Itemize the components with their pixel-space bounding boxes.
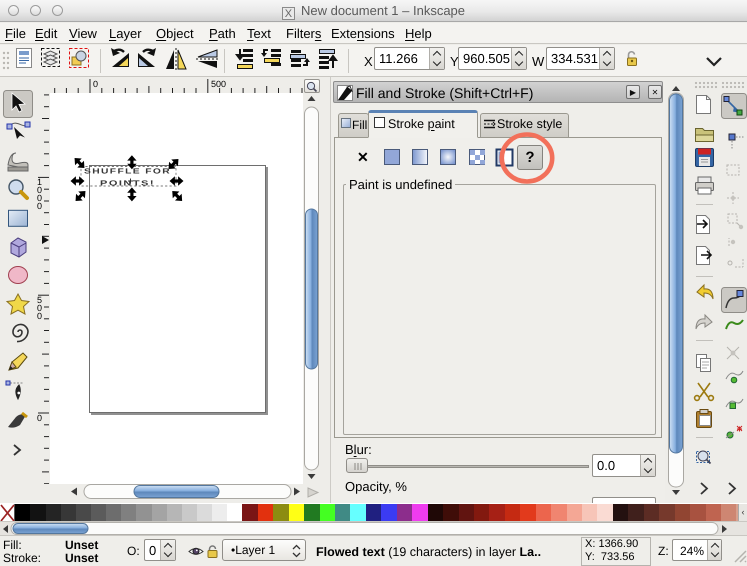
svg-text:0: 0 <box>37 413 42 423</box>
svg-text:500: 500 <box>211 79 226 89</box>
svg-text:SHUFFLE FOR: SHUFFLE FOR <box>84 167 171 176</box>
svg-text:0: 0 <box>37 311 42 321</box>
svg-text:0: 0 <box>93 79 98 89</box>
svg-text:POINTS!: POINTS! <box>100 179 155 188</box>
svg-text:0: 0 <box>37 201 42 211</box>
